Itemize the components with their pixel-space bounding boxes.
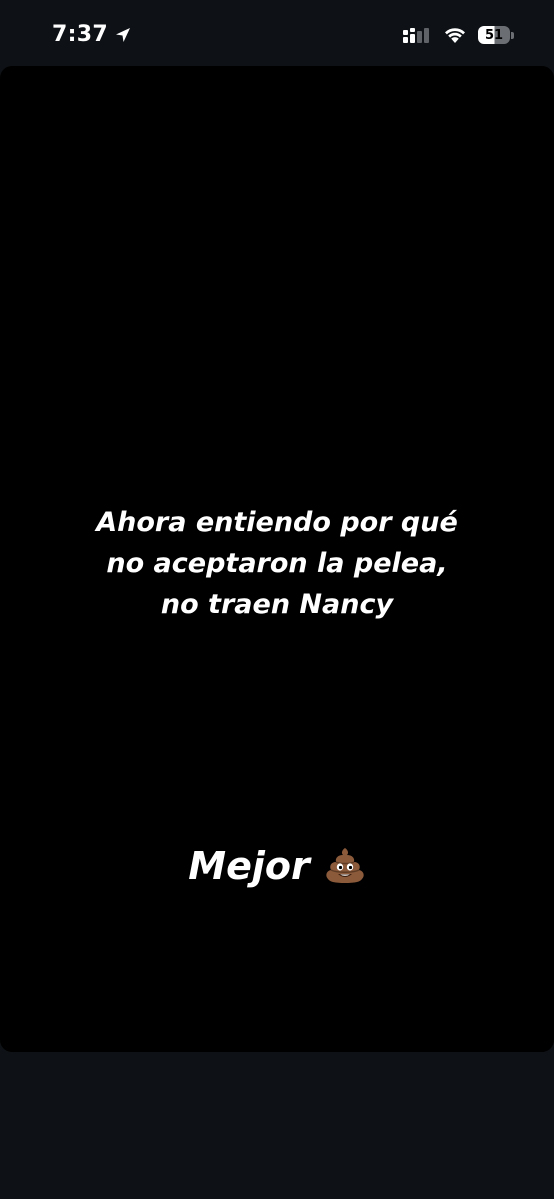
wifi-icon (445, 28, 465, 43)
status-bar: 7:37 51 (0, 0, 554, 66)
cellular-signal-icon (403, 28, 429, 43)
pile-of-poo-icon (326, 848, 364, 883)
story-card[interactable]: Ahora entiendo por qué no aceptaron la p… (0, 66, 554, 1052)
location-arrow-icon (115, 27, 130, 42)
status-right: 51 (402, 25, 514, 45)
battery-cap (511, 31, 514, 39)
secondary-text: Mejor (188, 844, 310, 888)
battery-icon: 51 (478, 25, 514, 45)
story-caption: Ahora entiendo por qué no aceptaron la p… (0, 502, 554, 625)
secondary-caption: Mejor (0, 844, 554, 888)
time-group: 7:37 (52, 22, 132, 47)
status-time: 7:37 (52, 22, 108, 47)
caption-line-3: no traen Nancy (160, 589, 394, 620)
caption-line-2: no aceptaron la pelea, (106, 548, 448, 579)
caption-line-1: Ahora entiendo por qué (96, 507, 458, 538)
phone-screen: 7:37 51 Ahora entiendo por qué no acepta… (0, 0, 554, 1199)
battery-level: 51 (478, 26, 510, 44)
